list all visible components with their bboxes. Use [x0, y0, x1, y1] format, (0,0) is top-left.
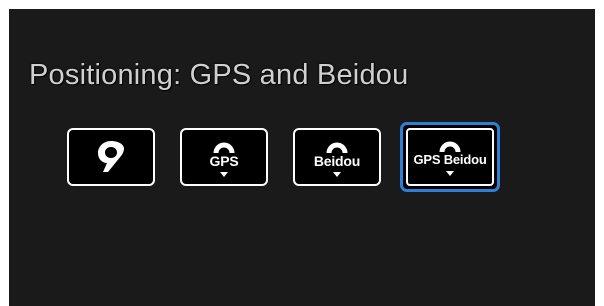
mode-button-location[interactable] — [67, 128, 155, 186]
selected-option-frame: GPS Beidou — [406, 128, 494, 186]
caret-down-icon — [446, 171, 454, 176]
positioning-mode-options: GPS Beidou GPS Beidou — [67, 122, 507, 192]
location-pin-icon — [98, 141, 124, 172]
positioning-screen: Positioning: GPS and Beidou GPS Beidou G… — [9, 9, 595, 306]
mode-button-gps[interactable]: GPS — [180, 128, 268, 186]
mode-label: Beidou — [313, 153, 361, 169]
caret-down-icon — [333, 172, 341, 177]
mode-label: GPS Beidou — [413, 152, 487, 167]
page-title: Positioning: GPS and Beidou — [29, 59, 409, 91]
satellite-arc-icon — [439, 141, 461, 153]
satellite-arc-icon — [326, 142, 348, 154]
mode-label: GPS — [209, 153, 239, 169]
caret-down-icon — [220, 172, 228, 177]
mode-button-beidou[interactable]: Beidou — [293, 128, 381, 186]
satellite-arc-icon — [213, 142, 235, 154]
mode-button-gps-beidou[interactable]: GPS Beidou — [400, 122, 500, 192]
